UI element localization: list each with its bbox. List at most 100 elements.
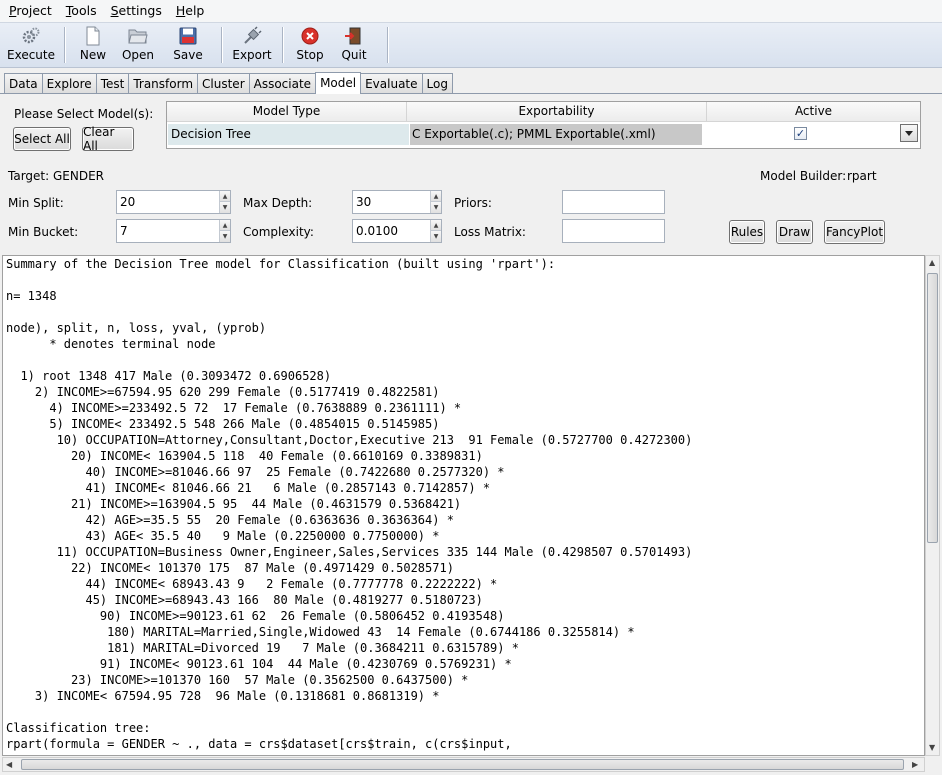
complexity-spinner[interactable]: ▲ ▼	[352, 219, 442, 243]
tab-data[interactable]: Data	[4, 73, 43, 94]
spin-down-icon[interactable]: ▼	[219, 202, 230, 213]
min-bucket-label: Min Bucket:	[8, 225, 79, 239]
quit-button[interactable]: Quit	[329, 23, 379, 67]
loss-matrix-input[interactable]	[562, 219, 665, 243]
spin-up-icon[interactable]: ▲	[219, 220, 230, 231]
output-line: rpart(formula = GENDER ~ ., data = crs$d…	[6, 737, 512, 751]
vertical-scrollbar[interactable]: ▲ ▼	[925, 255, 940, 756]
max-depth-input[interactable]	[353, 191, 429, 213]
output-textview[interactable]: Summary of the Decision Tree model for C…	[2, 255, 925, 756]
vertical-scroll-thumb[interactable]	[927, 273, 938, 543]
select-all-button[interactable]: Select All	[13, 127, 71, 151]
menu-tools[interactable]: Tools	[59, 0, 104, 22]
output-line: * denotes terminal node	[6, 337, 216, 351]
stop-button[interactable]: Stop	[291, 23, 329, 67]
open-folder-icon	[128, 26, 148, 46]
menu-help[interactable]: Help	[169, 0, 212, 22]
output-line: 11) OCCUPATION=Business Owner,Engineer,S…	[6, 545, 693, 559]
toolbar-separator	[387, 27, 388, 63]
toolbar: Execute New Open Save Export Stop Quit	[0, 22, 942, 68]
stop-label: Stop	[296, 48, 324, 62]
loss-matrix-label: Loss Matrix:	[454, 225, 526, 239]
save-label: Save	[173, 48, 203, 62]
column-active[interactable]: Active	[707, 102, 920, 122]
model-grid: Model Type Exportability Active Decision…	[166, 101, 921, 149]
clear-all-button[interactable]: Clear All	[82, 125, 134, 153]
select-models-prompt: Please Select Model(s):	[14, 107, 154, 121]
output-line: 3) INCOME< 67594.95 728 96 Male (0.13186…	[6, 689, 440, 703]
fancyplot-button[interactable]: FancyPlot	[824, 220, 885, 244]
min-bucket-spinner[interactable]: ▲ ▼	[116, 219, 231, 243]
export-button[interactable]: Export	[230, 23, 274, 67]
priors-input[interactable]	[562, 190, 665, 214]
menu-project[interactable]: Project	[2, 0, 59, 22]
rules-button[interactable]: Rules	[729, 220, 765, 244]
tab-cluster[interactable]: Cluster	[197, 73, 250, 94]
menu-project-label: roject	[16, 3, 52, 18]
model-summary-text[interactable]: Summary of the Decision Tree model for C…	[6, 256, 692, 752]
output-line: 21) INCOME>=163904.5 95 44 Male (0.46315…	[6, 497, 462, 511]
horizontal-scrollbar[interactable]: ◀ ▶	[2, 757, 925, 772]
output-line: 90) INCOME>=90123.61 62 26 Female (0.580…	[6, 609, 505, 623]
new-button[interactable]: New	[73, 23, 113, 67]
max-depth-spinner[interactable]: ▲ ▼	[352, 190, 442, 214]
spin-up-icon[interactable]: ▲	[430, 220, 441, 231]
menu-settings[interactable]: Settings	[104, 0, 169, 22]
model-dropdown-arrow[interactable]	[900, 124, 918, 142]
complexity-label: Complexity:	[243, 225, 314, 239]
save-button[interactable]: Save	[163, 23, 213, 67]
min-bucket-input[interactable]	[117, 220, 218, 242]
active-checkbox[interactable]: ✓	[794, 127, 807, 140]
model-row-decision-tree[interactable]: Decision Tree C Exportable(.c); PMML Exp…	[167, 124, 920, 145]
complexity-input[interactable]	[353, 220, 429, 242]
model-builder-value: rpart	[847, 169, 877, 183]
output-line: 42) AGE>=35.5 55 20 Female (0.6363636 0.…	[6, 513, 454, 527]
open-label: Open	[121, 48, 155, 62]
menu-help-accel: H	[175, 3, 186, 18]
menu-settings-accel: S	[110, 3, 119, 18]
spin-down-icon[interactable]: ▼	[430, 202, 441, 213]
open-button[interactable]: Open	[113, 23, 163, 67]
save-disk-icon	[178, 26, 198, 46]
stop-icon	[300, 26, 320, 46]
tab-model[interactable]: Model	[315, 72, 362, 94]
spin-up-icon[interactable]: ▲	[219, 191, 230, 202]
tab-log[interactable]: Log	[421, 73, 453, 94]
horizontal-scroll-thumb[interactable]	[21, 759, 904, 770]
menu-tools-label: ools	[71, 3, 97, 18]
scroll-right-icon[interactable]: ▶	[912, 760, 918, 769]
model-type-cell: Decision Tree	[168, 124, 409, 145]
spin-down-icon[interactable]: ▼	[219, 231, 230, 242]
max-depth-label: Max Depth:	[243, 196, 313, 210]
scroll-down-icon[interactable]: ▼	[929, 743, 935, 752]
execute-label: Execute	[7, 48, 55, 62]
model-grid-header: Model Type Exportability Active	[167, 102, 920, 122]
output-line: 23) INCOME>=101370 160 57 Male (0.356250…	[6, 673, 469, 687]
execute-button[interactable]: Execute	[6, 23, 56, 67]
tab-associate[interactable]: Associate	[248, 73, 317, 94]
column-exportability[interactable]: Exportability	[407, 102, 707, 122]
output-line: 5) INCOME< 233492.5 548 266 Male (0.4854…	[6, 417, 440, 431]
min-split-input[interactable]	[117, 191, 218, 213]
min-split-label: Min Split:	[8, 196, 64, 210]
tab-transform[interactable]: Transform	[128, 73, 199, 94]
scroll-left-icon[interactable]: ◀	[6, 760, 12, 769]
output-line: 44) INCOME< 68943.43 9 2 Female (0.77777…	[6, 577, 498, 591]
priors-label: Priors:	[454, 196, 492, 210]
output-line: 41) INCOME< 81046.66 21 6 Male (0.285714…	[6, 481, 491, 495]
tab-test[interactable]: Test	[95, 73, 130, 94]
scroll-up-icon[interactable]: ▲	[929, 258, 935, 267]
output-line: 1) root 1348 417 Male (0.3093472 0.69065…	[6, 369, 332, 383]
output-line: Classification tree:	[6, 721, 151, 735]
column-model-type[interactable]: Model Type	[167, 102, 407, 122]
min-split-spinner[interactable]: ▲ ▼	[116, 190, 231, 214]
spin-down-icon[interactable]: ▼	[430, 231, 441, 242]
output-line: 43) AGE< 35.5 40 9 Male (0.2250000 0.775…	[6, 529, 440, 543]
tab-explore[interactable]: Explore	[41, 73, 97, 94]
output-line: 4) INCOME>=233492.5 72 17 Female (0.7638…	[6, 401, 462, 415]
tab-evaluate[interactable]: Evaluate	[360, 73, 423, 94]
spin-up-icon[interactable]: ▲	[430, 191, 441, 202]
draw-button[interactable]: Draw	[776, 220, 813, 244]
